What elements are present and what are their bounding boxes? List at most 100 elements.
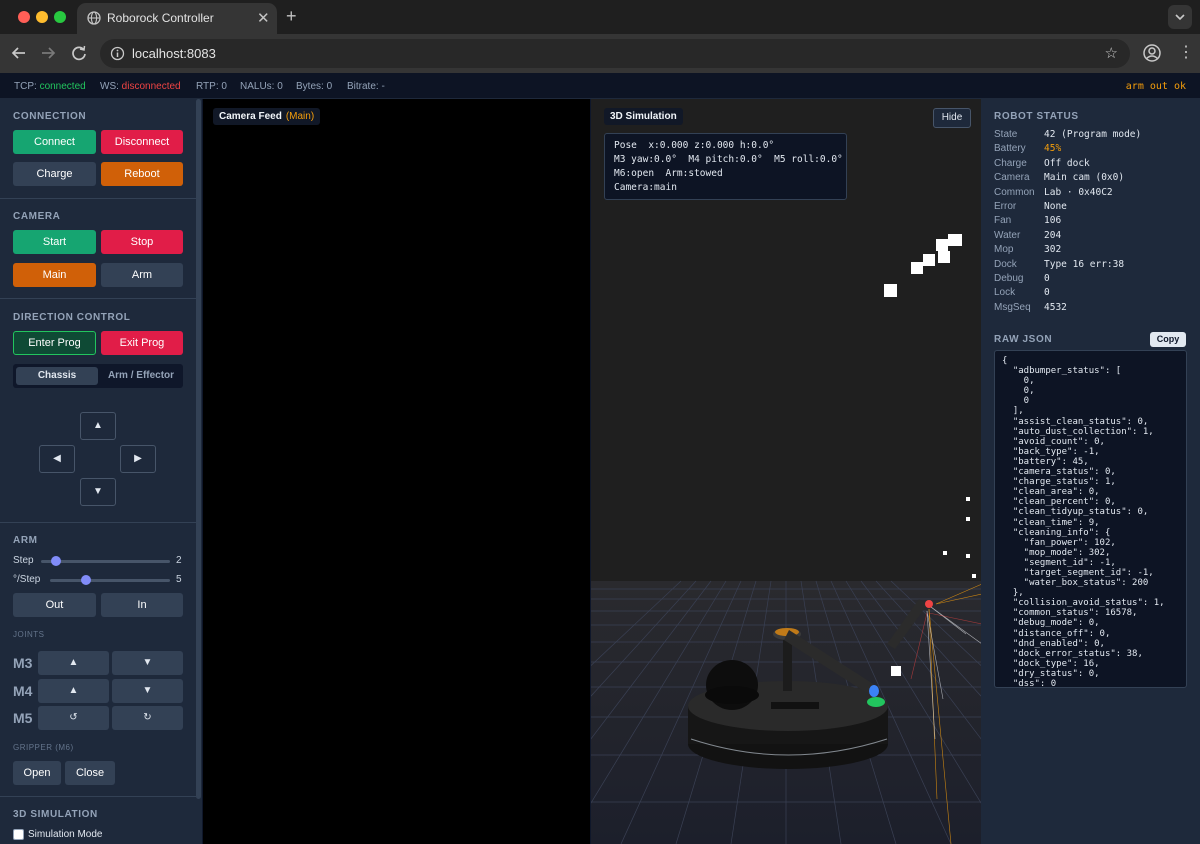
tab-search-button[interactable] bbox=[1168, 5, 1192, 29]
json-line: "clean_tidyup_status": 0, bbox=[1002, 507, 1149, 518]
json-line: "dock_type": 16, bbox=[1002, 658, 1100, 669]
connection-status-bar: TCP: connected WS: disconnected RTP: 0 N… bbox=[0, 73, 1200, 99]
status-value: Off dock bbox=[1044, 157, 1090, 169]
connect-button[interactable]: Connect bbox=[13, 130, 96, 154]
json-line: ], bbox=[1002, 406, 1024, 417]
status-key: Error bbox=[994, 201, 1017, 212]
status-key: Water bbox=[994, 229, 1021, 241]
simulation-canvas[interactable] bbox=[591, 99, 981, 844]
simulation-mode-checkbox[interactable] bbox=[13, 829, 24, 840]
address-bar[interactable]: localhost:8083 ☆ bbox=[100, 39, 1130, 68]
control-mode-tabs: Chassis Arm / Effector bbox=[13, 364, 183, 388]
json-line: "segment_id": -1, bbox=[1002, 557, 1116, 568]
gripper-title: GRIPPER (M6) bbox=[13, 743, 74, 752]
exit-prog-button[interactable]: Exit Prog bbox=[101, 331, 183, 355]
status-value: 45% bbox=[1044, 143, 1062, 155]
status-value: Type 16 err:38 bbox=[1044, 258, 1125, 270]
status-value: Lab · 0x40C2 bbox=[1044, 186, 1113, 198]
browser-tab[interactable]: Roborock Controller ✕ bbox=[77, 3, 277, 34]
move-right-button[interactable]: ▶ bbox=[120, 445, 156, 473]
camera-main-button[interactable]: Main bbox=[13, 263, 96, 287]
simulation-view: 3D Simulation Hide Pose x:0.000 z:0.000 … bbox=[590, 99, 981, 844]
enter-prog-button[interactable]: Enter Prog bbox=[13, 331, 96, 355]
profile-icon[interactable] bbox=[1142, 43, 1162, 63]
new-tab-button[interactable]: + bbox=[286, 6, 297, 27]
json-line: "clean_time": 9, bbox=[1002, 517, 1100, 528]
arm-elbow-joint bbox=[869, 685, 879, 697]
back-icon[interactable] bbox=[8, 42, 30, 64]
json-line: "dss": 0 bbox=[1002, 679, 1057, 688]
simulation-section-title: 3D SIMULATION bbox=[13, 809, 98, 820]
minimize-window-button[interactable] bbox=[36, 11, 48, 23]
m4-minus-button[interactable]: ▼ bbox=[112, 679, 183, 703]
json-line: "collision_avoid_status": 1, bbox=[1002, 598, 1165, 609]
gripper-open-button[interactable]: Open bbox=[13, 761, 61, 785]
rtp-stat: RTP: 0 bbox=[196, 81, 227, 92]
degree-step-slider-thumb[interactable] bbox=[81, 575, 91, 585]
move-up-button[interactable]: ▲ bbox=[80, 412, 116, 440]
url-text[interactable]: localhost:8083 bbox=[132, 46, 216, 61]
arm-effector-tip bbox=[925, 600, 933, 608]
browser-menu-icon[interactable]: ⋮ bbox=[1178, 43, 1194, 63]
reload-icon[interactable] bbox=[68, 42, 90, 64]
camera-section-title: CAMERA bbox=[13, 211, 61, 222]
forward-icon[interactable] bbox=[37, 42, 59, 64]
tab-chassis[interactable]: Chassis bbox=[16, 367, 98, 385]
move-down-button[interactable]: ▼ bbox=[80, 478, 116, 506]
close-tab-icon[interactable]: ✕ bbox=[257, 9, 270, 27]
control-panel: CONNECTION Connect Disconnect Charge Reb… bbox=[0, 99, 203, 844]
site-info-icon[interactable] bbox=[110, 46, 125, 61]
raw-json-title: RAW JSON bbox=[994, 334, 1053, 345]
nalus-stat: NALUs: 0 bbox=[240, 81, 283, 92]
degree-step-slider[interactable] bbox=[50, 575, 170, 585]
json-line: "clean_percent": 0, bbox=[1002, 497, 1116, 508]
step-slider[interactable] bbox=[41, 556, 170, 566]
move-left-button[interactable]: ◀ bbox=[39, 445, 75, 473]
tab-title: Roborock Controller bbox=[107, 11, 214, 25]
m4-plus-button[interactable]: ▲ bbox=[38, 679, 109, 703]
camera-feed-view: Camera Feed (Main) bbox=[203, 99, 590, 844]
json-line: 0, bbox=[1002, 376, 1035, 387]
status-value: 106 bbox=[1044, 215, 1062, 227]
camera-start-button[interactable]: Start bbox=[13, 230, 96, 254]
status-value: Main cam (0x0) bbox=[1044, 172, 1125, 184]
json-line: "water_box_status": 200 bbox=[1002, 578, 1149, 589]
camera-stop-button[interactable]: Stop bbox=[101, 230, 183, 254]
status-key: Camera bbox=[994, 172, 1030, 184]
json-line: "camera_status": 0, bbox=[1002, 467, 1116, 478]
json-line: "assist_clean_status": 0, bbox=[1002, 416, 1149, 427]
camera-feed-label: Camera Feed (Main) bbox=[213, 108, 321, 125]
m3-minus-button[interactable]: ▼ bbox=[112, 651, 183, 675]
status-key: Lock bbox=[994, 287, 1016, 299]
camera-arm-button[interactable]: Arm bbox=[101, 263, 183, 287]
json-line: "debug_mode": 0, bbox=[1002, 618, 1100, 629]
m5-rotate-cw-button[interactable]: ↻ bbox=[112, 706, 183, 730]
gripper-close-button[interactable]: Close bbox=[65, 761, 115, 785]
hide-simulation-button[interactable]: Hide bbox=[933, 108, 971, 128]
bookmark-star-icon[interactable]: ☆ bbox=[1105, 44, 1118, 62]
m3-plus-button[interactable]: ▲ bbox=[38, 651, 109, 675]
divider bbox=[0, 298, 196, 299]
copy-json-button[interactable]: Copy bbox=[1150, 332, 1186, 347]
close-window-button[interactable] bbox=[18, 11, 30, 23]
tab-arm-effector[interactable]: Arm / Effector bbox=[101, 367, 181, 385]
raw-json-viewer[interactable]: { "adbumper_status": [ 0, 0, 0 ], "assis… bbox=[994, 350, 1187, 688]
json-line: "clean_area": 0, bbox=[1002, 487, 1100, 498]
arm-out-button[interactable]: Out bbox=[13, 593, 96, 617]
status-key: Debug bbox=[994, 273, 1024, 284]
maximize-window-button[interactable] bbox=[54, 11, 66, 23]
simulation-mode-label: Simulation Mode bbox=[28, 829, 103, 840]
disconnect-button[interactable]: Disconnect bbox=[101, 130, 183, 154]
panel-scrollbar[interactable] bbox=[196, 99, 201, 799]
m5-rotate-ccw-button[interactable]: ↺ bbox=[38, 706, 109, 730]
status-key: State bbox=[994, 129, 1018, 140]
reboot-button[interactable]: Reboot bbox=[101, 162, 183, 186]
robot-status-title: ROBOT STATUS bbox=[994, 111, 1079, 122]
arm-in-button[interactable]: In bbox=[101, 593, 183, 617]
tcp-label: TCP: bbox=[14, 81, 37, 92]
step-value: 2 bbox=[176, 555, 182, 566]
step-slider-thumb[interactable] bbox=[51, 556, 62, 566]
status-value: 0 bbox=[1044, 287, 1050, 299]
degree-step-label: °/Step bbox=[13, 574, 41, 585]
charge-button[interactable]: Charge bbox=[13, 162, 96, 186]
